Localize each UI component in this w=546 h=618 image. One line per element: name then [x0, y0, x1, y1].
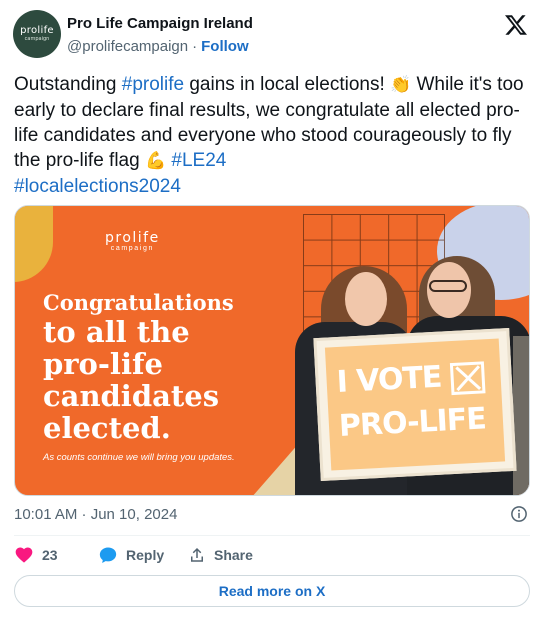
prolife-campaign-logo: prolife campaign: [105, 230, 160, 252]
hashtag-localelections2024[interactable]: #localelections2024: [14, 176, 181, 197]
tweet-text-part: gains in local elections!: [184, 74, 391, 95]
decorative-yellow-shape: [15, 206, 53, 282]
tweet-text: Outstanding #prolife gains in local elec…: [14, 72, 534, 199]
reply-button[interactable]: Reply: [98, 545, 188, 565]
avatar-subtext: campaign: [24, 36, 50, 42]
headline-line: Congratulations: [43, 290, 234, 315]
media-subtext: As counts continue we will bring you upd…: [43, 452, 235, 463]
person-left-face: [345, 272, 387, 326]
glasses: [429, 280, 467, 292]
avatar-text: prolife: [20, 25, 54, 36]
headline-line: to all the: [43, 315, 190, 349]
tweet-media-image[interactable]: prolife campaign Congratulations to all …: [14, 205, 530, 496]
clapping-hands-icon: 👏: [390, 75, 412, 95]
ballot-x-icon: [449, 361, 486, 396]
like-count: 23: [42, 547, 58, 563]
sign-panel: I VOTE PRO-LIFE: [324, 338, 506, 471]
reply-label: Reply: [126, 547, 165, 563]
sign-text-line2: PRO-LIFE: [338, 401, 487, 444]
hashtag-le24[interactable]: #LE24: [171, 150, 226, 171]
avatar[interactable]: prolife campaign: [13, 10, 61, 58]
tweet-actions: 23 Reply Share: [14, 545, 253, 565]
info-icon[interactable]: [510, 505, 528, 523]
headline-line: candidates: [43, 379, 220, 413]
logo-text: prolife: [105, 230, 160, 246]
jacket: [513, 336, 529, 495]
x-logo-icon[interactable]: [504, 13, 528, 37]
read-more-button[interactable]: Read more on X: [14, 575, 530, 607]
tweet-timestamp[interactable]: 10:01 AM · Jun 10, 2024: [14, 506, 177, 523]
tweet-text-part: Outstanding: [14, 74, 122, 95]
heart-icon: [15, 547, 33, 563]
author-name[interactable]: Pro Life Campaign Ireland: [67, 15, 253, 32]
hashtag-prolife[interactable]: #prolife: [122, 74, 184, 95]
media-headline: Congratulations to all the pro-life cand…: [43, 290, 234, 444]
divider: [14, 535, 530, 536]
vote-sign: I VOTE PRO-LIFE: [313, 327, 517, 482]
follow-link[interactable]: Follow: [201, 38, 249, 55]
reply-bubble-icon: [99, 547, 117, 563]
embedded-tweet: prolife campaign Pro Life Campaign Irela…: [0, 0, 546, 618]
author-handle[interactable]: @prolifecampaign: [67, 38, 188, 55]
handle-row: @prolifecampaign · Follow: [67, 38, 249, 55]
share-button[interactable]: Share: [188, 546, 253, 564]
like-button[interactable]: 23: [14, 545, 98, 565]
headline-line: pro-life: [43, 347, 163, 381]
share-label: Share: [214, 547, 253, 563]
sign-text-line1: I VOTE: [335, 359, 443, 401]
headline-line: elected.: [43, 411, 171, 445]
separator-dot: ·: [192, 38, 198, 55]
flexed-biceps-icon: 💪: [144, 151, 167, 171]
share-icon: [191, 547, 203, 562]
logo-subtext: campaign: [110, 245, 154, 252]
